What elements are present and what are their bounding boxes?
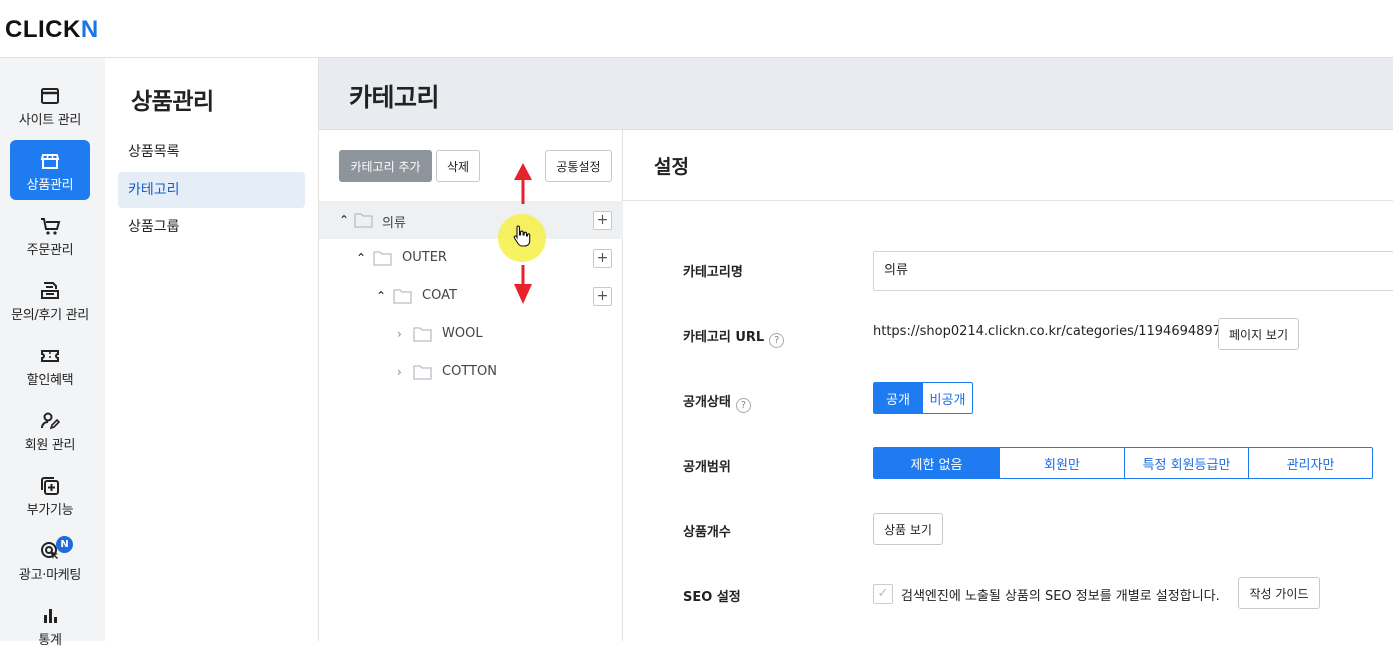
nav-product-management[interactable]: 상품관리 [10, 140, 90, 200]
nav-label: 주문관리 [26, 243, 74, 258]
hand-cursor-icon [513, 225, 531, 247]
tree-node-outer[interactable]: ⌃ OUTER + [319, 239, 623, 277]
top-bar: CLICKN [0, 0, 1393, 58]
nav-label: 문의/후기 관리 [11, 308, 89, 323]
nav-label: 부가기능 [26, 503, 74, 518]
store-icon [40, 154, 60, 169]
submenu-item-product-group[interactable]: 상품그룹 [118, 209, 305, 245]
nav-label: 할인혜택 [26, 373, 74, 388]
tree-node-cotton[interactable]: › COTTON [319, 353, 623, 391]
collapse-caret-icon[interactable]: ⌃ [339, 213, 349, 227]
expand-caret-icon[interactable]: › [397, 365, 402, 379]
scope-option-unlimited[interactable]: 제한 없음 [874, 448, 999, 478]
category-url-value: https://shop0214.clickn.co.kr/categories… [873, 324, 1221, 339]
folder-icon [373, 251, 392, 266]
add-child-button[interactable]: + [593, 287, 612, 306]
product-view-button[interactable]: 상품 보기 [873, 513, 943, 545]
common-settings-button[interactable]: 공통설정 [545, 150, 612, 182]
scope-option-admin[interactable]: 관리자만 [1248, 448, 1372, 478]
page-title: 카테고리 [349, 83, 440, 112]
new-badge: N [56, 536, 73, 553]
tree-node-coat[interactable]: ⌃ COAT + [319, 277, 623, 315]
settings-panel: 설정 카테고리명 의류 카테고리 URL? https://shop0214.c… [623, 130, 1393, 641]
settings-header: 설정 [623, 130, 1393, 201]
folder-icon [393, 289, 412, 304]
tree-node-label: 의류 [382, 216, 406, 231]
tree-node-label: COAT [422, 288, 457, 303]
visibility-label: 공개상태? [683, 391, 751, 413]
nav-member-management[interactable]: 회원 관리 [10, 400, 90, 460]
add-child-button[interactable]: + [593, 211, 612, 230]
submenu-title: 상품관리 [131, 89, 214, 115]
nav-inquiry-review[interactable]: 문의/후기 관리 [10, 270, 90, 330]
nav-order-management[interactable]: 주문관리 [10, 205, 90, 265]
expand-caret-icon[interactable]: › [397, 327, 402, 341]
seo-guide-button[interactable]: 작성 가이드 [1238, 577, 1320, 609]
category-url-label: 카테고리 URL? [683, 326, 785, 348]
nav-label: 상품관리 [26, 178, 74, 193]
seo-description: 검색엔진에 노출될 상품의 SEO 정보를 개별로 설정합니다. [901, 589, 1220, 604]
folder-icon [354, 213, 373, 228]
category-tree-panel: 카테고리 추가 삭제 공통설정 ⌃ 의류 + ⌃ OUTER + ⌃ COAT … [319, 130, 623, 641]
scope-option-members[interactable]: 회원만 [999, 448, 1124, 478]
inbox-icon [41, 282, 59, 299]
settings-title: 설정 [654, 156, 689, 178]
collapse-caret-icon[interactable]: ⌃ [376, 289, 386, 303]
add-category-button[interactable]: 카테고리 추가 [339, 150, 432, 182]
cart-icon [41, 218, 61, 235]
tree-node-wool[interactable]: › WOOL [319, 315, 623, 353]
nav-site-management[interactable]: 사이트 관리 [10, 75, 90, 135]
help-icon[interactable]: ? [735, 398, 751, 413]
nav-ads-marketing[interactable]: 광고·마케팅 N [10, 530, 90, 590]
browser-window-icon [41, 88, 59, 104]
nav-label: 회원 관리 [24, 438, 76, 453]
main-header: 카테고리 [319, 58, 1393, 130]
collapse-caret-icon[interactable]: ⌃ [356, 251, 366, 265]
add-on-icon [41, 477, 59, 495]
submenu-item-category[interactable]: 카테고리 [118, 172, 305, 208]
folder-icon [413, 365, 432, 380]
category-name-input[interactable]: 의류 [873, 251, 1393, 291]
page-view-button[interactable]: 페이지 보기 [1218, 318, 1299, 350]
tree-node-label: OUTER [402, 250, 447, 265]
clickn-logo[interactable]: CLICKN [5, 16, 99, 44]
nav-label: 사이트 관리 [18, 113, 82, 128]
visibility-option-public[interactable]: 공개 [874, 383, 922, 413]
scope-option-member-grade[interactable]: 특정 회원등급만 [1124, 448, 1248, 478]
category-name-label: 카테고리명 [683, 265, 743, 280]
product-submenu: 상품관리 상품목록 카테고리 상품그룹 [105, 58, 319, 641]
seo-checkbox[interactable]: ✓ [873, 584, 893, 604]
delete-button[interactable]: 삭제 [436, 150, 480, 182]
tree-node-clothing[interactable]: ⌃ 의류 + [319, 201, 623, 239]
tree-node-label: COTTON [442, 364, 497, 379]
cursor-highlight [498, 214, 546, 262]
icon-sidebar: 사이트 관리 상품관리 주문관리 문의/후기 관리 할인혜택 회원 관리 부가기… [0, 58, 105, 648]
submenu-item-product-list[interactable]: 상품목록 [118, 134, 305, 170]
scope-label: 공개범위 [683, 460, 731, 475]
nav-label: 광고·마케팅 [18, 568, 82, 583]
add-child-button[interactable]: + [593, 249, 612, 268]
nav-statistics[interactable]: 통계 [10, 595, 90, 655]
arrow-down-icon [514, 284, 532, 304]
arrow-up-icon [514, 163, 532, 180]
ticket-icon [41, 350, 59, 362]
nav-discount[interactable]: 할인혜택 [10, 335, 90, 395]
scope-selector: 제한 없음 회원만 특정 회원등급만 관리자만 [873, 447, 1373, 479]
visibility-option-private[interactable]: 비공개 [922, 383, 972, 413]
folder-icon [413, 327, 432, 342]
visibility-toggle: 공개 비공개 [873, 382, 973, 414]
seo-label: SEO 설정 [683, 590, 741, 605]
bar-chart-icon [44, 609, 57, 623]
nav-label: 통계 [38, 633, 62, 648]
product-count-label: 상품개수 [683, 525, 731, 540]
tree-node-label: WOOL [442, 326, 483, 341]
help-icon[interactable]: ? [769, 333, 785, 348]
user-edit-icon [41, 412, 61, 430]
nav-add-ons[interactable]: 부가기능 [10, 465, 90, 525]
